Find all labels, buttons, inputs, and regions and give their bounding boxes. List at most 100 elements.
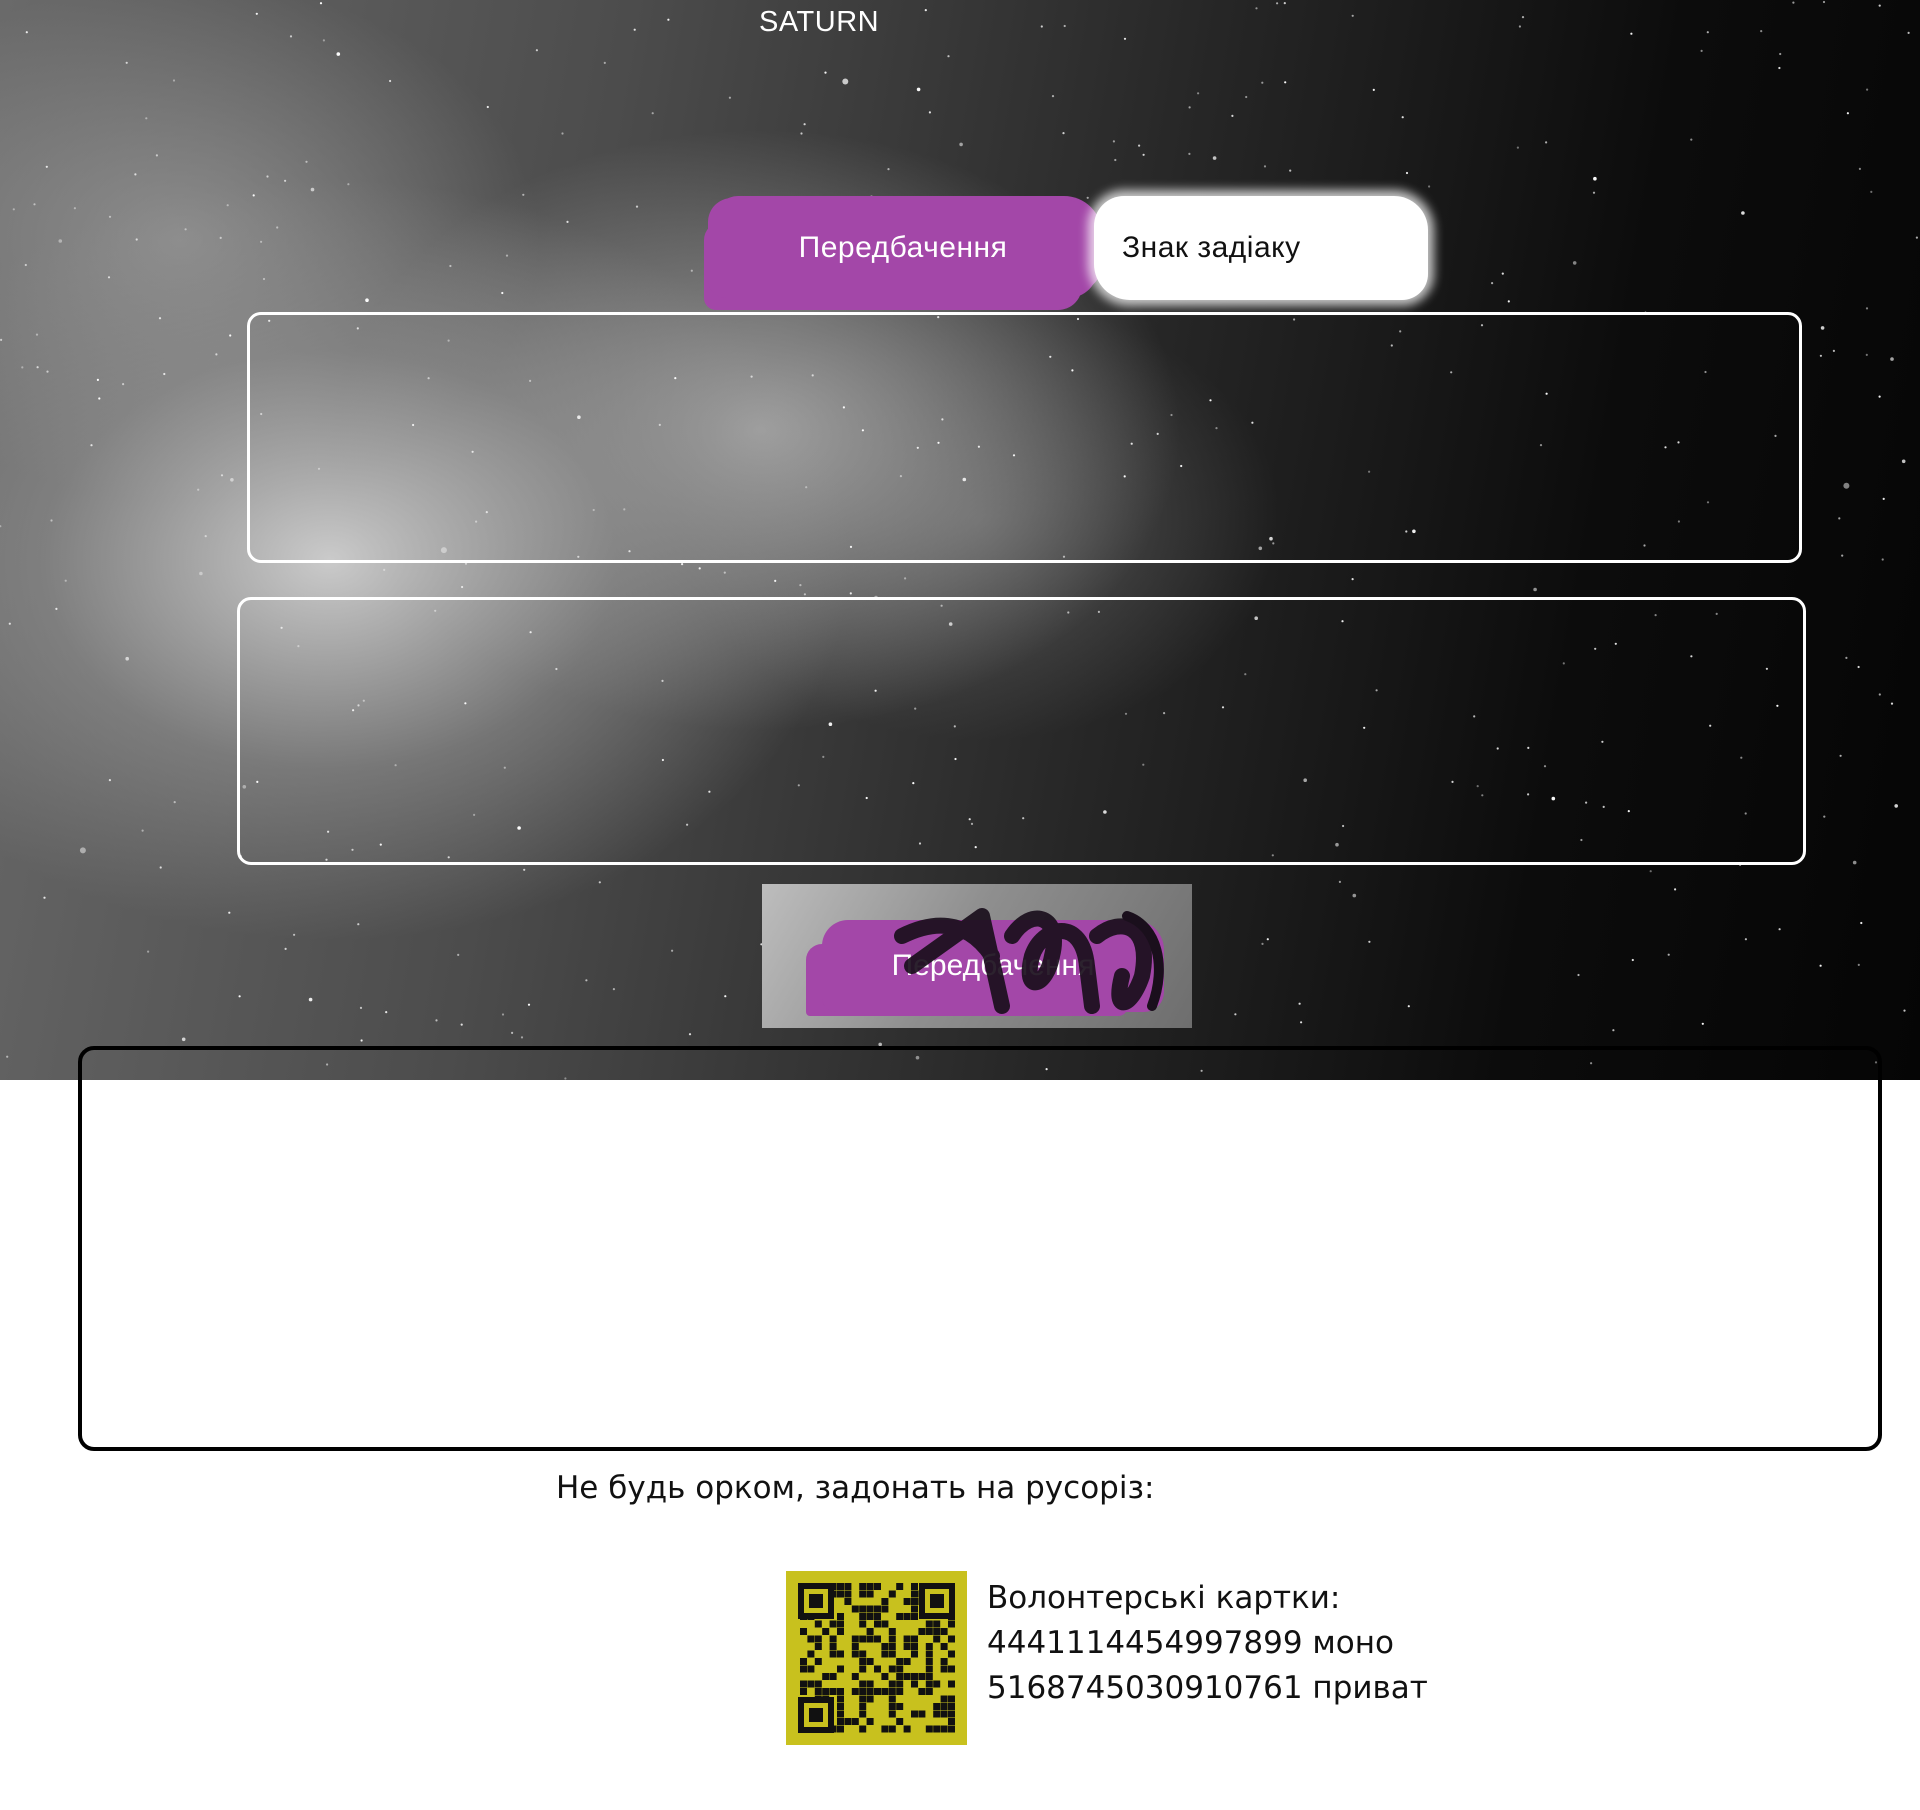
star: [1674, 888, 1677, 891]
star: [1401, 116, 1404, 119]
qr-module: [874, 1583, 881, 1590]
qr-module: [925, 1680, 933, 1688]
qr-module: [903, 1598, 911, 1605]
star: [1212, 156, 1217, 160]
star: [1351, 14, 1354, 17]
input-field-2[interactable]: [237, 597, 1806, 865]
star: [1197, 92, 1200, 95]
qr-module: [859, 1590, 867, 1598]
qr-module: [859, 1665, 867, 1673]
qr-code-icon[interactable]: [786, 1571, 967, 1745]
qr-module: [814, 1688, 822, 1695]
qr-module: [896, 1688, 904, 1695]
star: [1701, 1022, 1704, 1025]
star: [98, 397, 101, 400]
tab-zodiac-sign[interactable]: Знак задіаку: [1094, 196, 1428, 300]
star: [1822, 0, 1826, 4]
star: [1779, 52, 1782, 56]
qr-module: [866, 1583, 874, 1590]
star: [155, 154, 158, 157]
star: [1915, 236, 1918, 239]
star: [1114, 158, 1117, 162]
qr-module: [874, 1688, 881, 1695]
qr-module: [814, 1643, 822, 1650]
star: [73, 207, 76, 210]
star: [1630, 32, 1633, 35]
qr-module: [800, 1628, 807, 1635]
star: [125, 61, 128, 64]
star: [635, 205, 639, 208]
star: [1907, 31, 1910, 34]
qr-module: [874, 1620, 881, 1628]
star: [824, 71, 827, 74]
star: [598, 881, 601, 884]
star: [633, 28, 636, 31]
qr-module: [866, 1658, 874, 1665]
qr-module: [933, 1710, 941, 1718]
qr-module: [881, 1643, 889, 1650]
qr-module: [874, 1665, 881, 1673]
qr-module: [903, 1635, 911, 1643]
qr-module: [829, 1620, 837, 1628]
star: [1577, 973, 1580, 977]
star: [1261, 81, 1264, 84]
star: [1846, 112, 1849, 115]
star: [219, 236, 222, 239]
scribble-overlay: [894, 908, 1164, 1014]
star: [887, 168, 890, 171]
qr-module: [859, 1703, 867, 1710]
qr-module: [925, 1650, 933, 1658]
star: [501, 291, 504, 295]
star: [50, 519, 53, 522]
star: [1832, 349, 1835, 352]
qr-module: [918, 1673, 926, 1680]
star: [1878, 4, 1881, 7]
star: [959, 142, 963, 147]
brand-title: SATURN: [759, 6, 880, 38]
star: [1700, 49, 1703, 53]
star: [266, 175, 269, 178]
qr-module: [807, 1635, 815, 1643]
star: [293, 933, 296, 936]
star: [36, 366, 39, 369]
qr-module: [948, 1680, 955, 1688]
qr-module: [896, 1673, 904, 1680]
star: [1372, 88, 1375, 91]
star: [385, 1011, 388, 1014]
star: [1245, 95, 1248, 99]
tab-prediction[interactable]: Передбачення: [708, 198, 1098, 298]
star: [1188, 152, 1191, 155]
star: [904, 577, 907, 580]
qr-module: [888, 1725, 896, 1733]
qr-module: [837, 1695, 844, 1703]
star: [1865, 307, 1869, 310]
qr-module: [940, 1695, 948, 1703]
input-field-1[interactable]: [247, 312, 1802, 563]
star: [457, 953, 460, 957]
star: [1819, 964, 1822, 967]
qr-module: [940, 1665, 948, 1673]
qr-module: [933, 1620, 941, 1628]
qr-module: [918, 1688, 926, 1695]
qr-module: [888, 1710, 896, 1718]
star: [284, 947, 287, 951]
qr-module: [874, 1635, 881, 1643]
star: [501, 1013, 505, 1016]
qr-module: [948, 1635, 955, 1643]
qr-module: [881, 1598, 889, 1605]
star: [1741, 211, 1745, 215]
qr-module: [822, 1688, 830, 1695]
star: [849, 592, 852, 595]
qr-module: [925, 1725, 933, 1733]
star: [460, 1023, 463, 1026]
qr-module: [918, 1628, 926, 1635]
star: [1890, 702, 1894, 705]
qr-module: [809, 1594, 823, 1608]
star: [585, 979, 588, 982]
donation-headline: Не будь орком, задонать на русоріз:: [556, 1470, 1155, 1506]
star: [1838, 517, 1841, 520]
qr-module: [859, 1613, 867, 1620]
qr-module: [800, 1658, 807, 1665]
star: [1894, 804, 1898, 808]
qr-module: [911, 1598, 918, 1605]
